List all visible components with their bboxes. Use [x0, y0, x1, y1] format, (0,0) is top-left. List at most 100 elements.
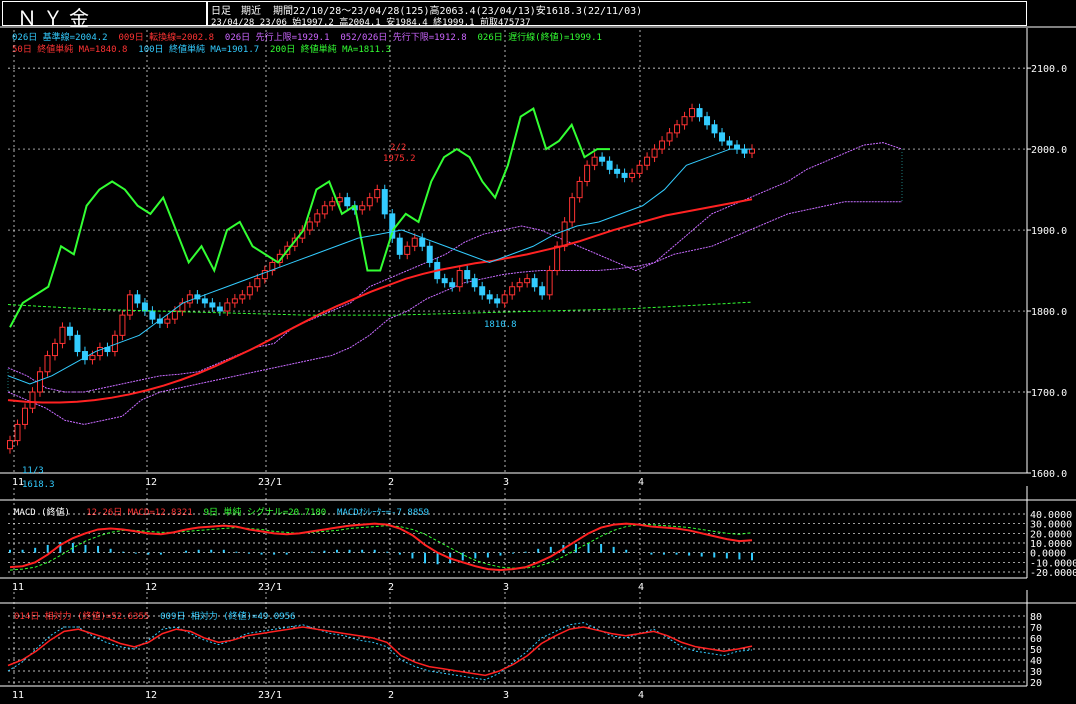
candle-body-7	[59, 326, 66, 344]
candle-body-81	[614, 168, 621, 174]
mid-date-annotation: 2/2	[390, 143, 406, 153]
candle-body-59	[449, 282, 456, 288]
candle-body-53	[404, 245, 411, 255]
candle-body-88	[666, 132, 673, 142]
main-xtick-label-5: 4	[638, 477, 644, 488]
candle-body-96	[726, 140, 733, 146]
candle-body-8	[66, 326, 73, 336]
macd-xtick-label-2: 23/1	[258, 582, 282, 593]
candle-body-47	[359, 205, 366, 211]
rsi-xtick-label-1: 12	[145, 690, 157, 701]
candle-body-44	[336, 197, 343, 203]
candle-body-61	[464, 270, 471, 280]
candle-body-52	[396, 237, 403, 255]
rsi-xtick-label-2: 23/1	[258, 690, 282, 701]
candle-body-27	[209, 302, 216, 308]
candle-body-17	[134, 294, 141, 304]
low-value-annotation: 1618.3	[22, 480, 55, 490]
candle-body-66	[501, 294, 508, 304]
main-ytick-label-4: 1700.0	[1031, 388, 1067, 399]
candle-body-1	[14, 423, 21, 442]
candle-body-86	[651, 148, 658, 158]
candle-body-79	[599, 156, 606, 162]
main-xtick-label-2: 23/1	[258, 477, 282, 488]
candle-body-77	[584, 164, 591, 182]
candle-body-33	[254, 278, 261, 288]
candle-body-98	[741, 148, 748, 154]
candle-body-0	[7, 440, 13, 450]
candle-body-87	[659, 140, 666, 150]
candle-body-43	[329, 201, 336, 207]
rsi-ytick-label-6: 20	[1030, 678, 1042, 689]
rsi-ytick-label-0: 80	[1030, 612, 1042, 623]
main-xtick-label-1: 12	[145, 477, 157, 488]
candle-body-97	[734, 144, 741, 150]
candle-body-72	[546, 270, 553, 296]
rsi-xtick-label-3: 2	[388, 690, 394, 701]
rsi14-line	[7, 626, 753, 677]
candle-body-40	[306, 221, 313, 231]
candle-body-71	[539, 286, 546, 296]
candle-body-94	[711, 124, 718, 134]
candle-body-60	[456, 270, 463, 288]
candle-body-12	[96, 346, 103, 357]
candle-body-15	[119, 314, 126, 336]
candle-body-84	[636, 164, 643, 174]
candle-body-83	[629, 172, 636, 178]
candle-body-63	[479, 286, 486, 296]
candle-body-90	[681, 116, 688, 126]
candle-body-75	[569, 197, 576, 223]
low2-value-annotation: 1810.8	[484, 320, 517, 330]
candle-body-11	[89, 355, 96, 361]
candle-body-45	[344, 197, 351, 207]
candle-body-9	[74, 334, 81, 353]
ma200-line	[7, 301, 753, 316]
candle-body-21	[164, 318, 171, 324]
candle-body-80	[606, 160, 613, 170]
candle-body-82	[621, 172, 628, 178]
candle-body-16	[126, 294, 133, 316]
rsi-ytick-label-3: 50	[1030, 645, 1042, 656]
macd-xtick-label-4: 3	[503, 582, 509, 593]
mid-value-annotation: 1975.2	[383, 154, 416, 164]
low-date-annotation: 11/3	[22, 466, 44, 476]
candle-body-31	[239, 294, 246, 300]
candle-body-2	[21, 407, 28, 425]
candle-body-85	[644, 156, 651, 166]
candle-body-54	[411, 237, 418, 247]
candle-body-65	[494, 298, 501, 304]
candle-body-64	[486, 294, 493, 300]
macd-xtick-label-0: 11	[12, 582, 24, 593]
candle-body-5	[44, 355, 51, 373]
candle-body-92	[696, 108, 703, 118]
macd-xtick-label-1: 12	[145, 582, 157, 593]
main-ytick-label-3: 1800.0	[1031, 307, 1067, 318]
candle-body-42	[321, 205, 328, 215]
candle-body-62	[471, 278, 478, 288]
main-xtick-label-4: 3	[503, 477, 509, 488]
candle-body-18	[141, 302, 148, 312]
candle-body-30	[231, 298, 238, 304]
main-ytick-label-2: 1900.0	[1031, 226, 1067, 237]
candle-body-74	[561, 221, 568, 247]
rsi-ytick-label-4: 40	[1030, 656, 1042, 667]
candle-body-73	[554, 245, 561, 272]
rsi-ytick-label-2: 60	[1030, 634, 1042, 645]
candle-body-50	[381, 189, 388, 215]
candle-body-68	[516, 282, 523, 288]
candle-body-89	[674, 124, 681, 134]
candle-body-69	[524, 278, 531, 284]
candle-body-24	[186, 294, 193, 304]
candle-body-28	[216, 306, 223, 312]
macd-line	[9, 522, 753, 572]
rsi-xtick-label-5: 4	[638, 690, 644, 701]
candle-body-3	[29, 391, 36, 409]
chart-canvas: 2100.0 2000.0 1900.0 1800.0 1700.0 1600.0 11 12…	[0, 26, 1076, 701]
candle-body-26	[201, 298, 208, 304]
candle-body-78	[591, 156, 598, 166]
candle-body-48	[366, 197, 373, 207]
macd-xtick-label-3: 2	[388, 582, 394, 593]
candle-body-41	[314, 213, 321, 223]
candle-body-93	[704, 116, 711, 126]
rsi-ytick-label-1: 70	[1030, 623, 1042, 634]
